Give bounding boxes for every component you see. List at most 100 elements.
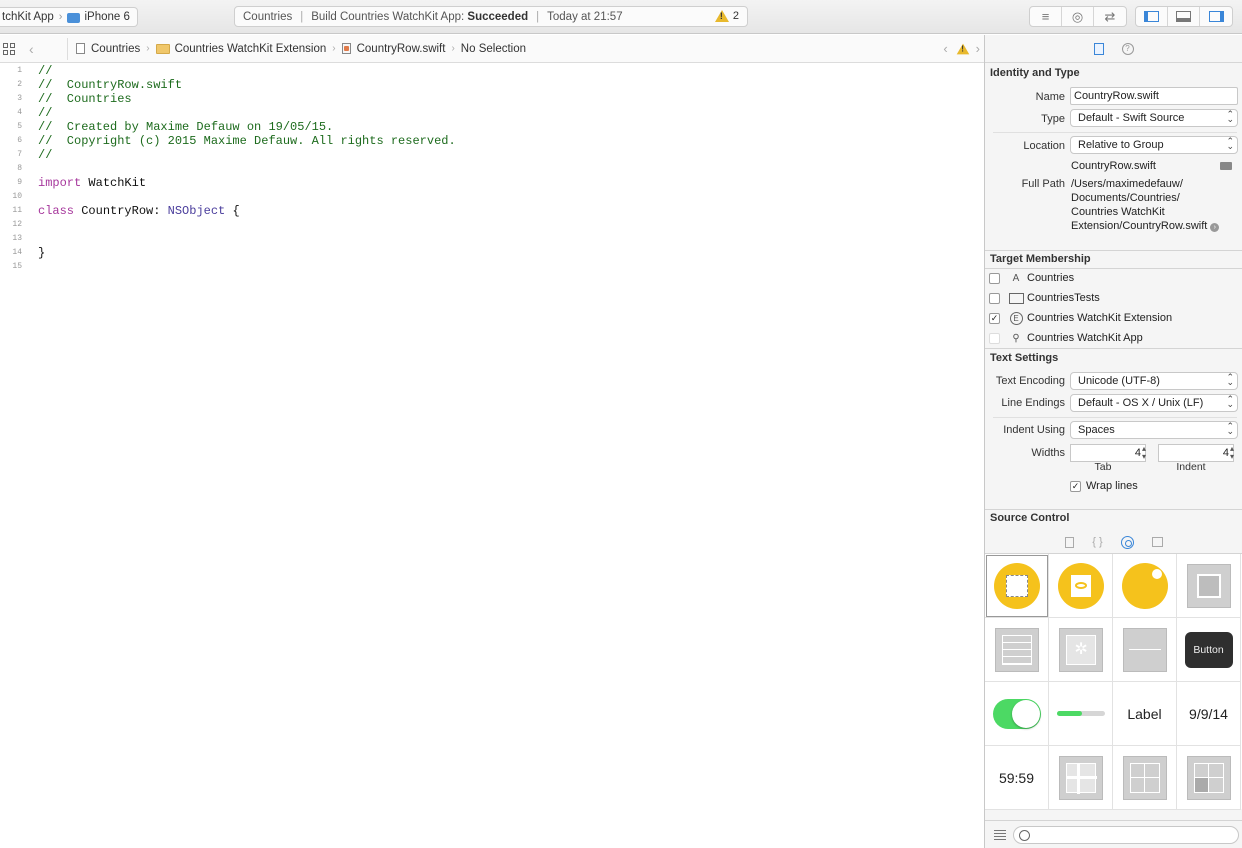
library-item-interface-controller[interactable] [985, 554, 1049, 618]
warning-icon [714, 10, 729, 22]
library-item-timer[interactable]: 59:59 [985, 746, 1049, 810]
bottom-panel-icon [1176, 11, 1191, 22]
breadcrumb-project[interactable]: Countries [91, 43, 140, 55]
type-select[interactable]: Default - Swift Source [1070, 109, 1238, 127]
project-file-icon [76, 43, 85, 54]
eye-icon [1074, 582, 1087, 589]
wrap-lines-checkbox[interactable]: ✓ [1070, 480, 1081, 492]
target-row-countriestests[interactable]: CountriesTests [989, 289, 1100, 307]
library-item-switch[interactable] [985, 682, 1049, 746]
indent-width-stepper[interactable]: ▴ ▾ [1228, 445, 1236, 461]
right-panel-icon [1208, 11, 1224, 22]
image-icon [1065, 634, 1096, 665]
quick-help-icon[interactable]: ? [1121, 42, 1134, 55]
location-select[interactable]: Relative to Group [1070, 136, 1238, 154]
inspector-tabs: ? [985, 35, 1242, 63]
tab-width-stepper[interactable]: ▴ ▾ [1140, 445, 1148, 461]
library-item-date[interactable]: 9/9/14 [1177, 682, 1241, 746]
indent-width-field[interactable]: 4 [1158, 444, 1234, 462]
warning-indicator[interactable]: 2 [714, 10, 739, 22]
related-items-icon[interactable] [3, 42, 17, 55]
warning-count: 2 [732, 10, 739, 22]
library-item-button[interactable]: Button [1177, 618, 1241, 682]
media-library-icon[interactable] [1151, 537, 1163, 547]
line-endings-label: Line Endings [1001, 397, 1065, 409]
target-row-watchkit-app: ⚲ Countries WatchKit App [989, 329, 1143, 347]
next-issue-icon[interactable]: › [976, 41, 980, 56]
list-view-icon[interactable] [994, 830, 1006, 840]
library-item-notification-controller[interactable] [1113, 554, 1177, 618]
library-item-glance-controller[interactable] [1049, 554, 1113, 618]
target-checkbox[interactable] [989, 272, 1000, 284]
iphone-icon [67, 13, 81, 23]
library-filter-input[interactable] [1013, 826, 1239, 844]
toggle-debug-area-button[interactable] [1168, 7, 1200, 26]
widths-label: Widths [1031, 447, 1065, 459]
folder-icon [1008, 291, 1024, 305]
target-row-watchkit-extension[interactable]: ✓ E Countries WatchKit Extension [989, 309, 1172, 327]
indent-using-select[interactable]: Spaces [1070, 421, 1238, 439]
scheme-selector[interactable]: tchKit App › iPhone 6 [0, 7, 138, 27]
indent-sublabel: Indent [1176, 461, 1206, 473]
breadcrumb: Countries › Countries WatchKit Extension… [76, 43, 526, 55]
divider [993, 417, 1237, 418]
library-item-menu[interactable] [1113, 746, 1177, 810]
view-toggle-control [1135, 6, 1233, 27]
library-item-menu-item[interactable] [1177, 746, 1241, 810]
library-item-group[interactable] [1177, 554, 1241, 618]
section-divider [985, 250, 1242, 251]
scheme-name: tchKit App [2, 11, 54, 23]
issue-navigation: ‹ › [943, 41, 980, 56]
library-item-image[interactable] [1049, 618, 1113, 682]
editor-mode-control: ≡ ◎ ⇄ [1029, 6, 1127, 27]
library-item-separator[interactable] [1113, 618, 1177, 682]
library-tabs: { } [985, 532, 1242, 552]
type-label: Type [1041, 113, 1065, 125]
activity-separator: | [536, 10, 540, 23]
line-endings-select[interactable]: Default - OS X / Unix (LF) [1070, 394, 1238, 412]
library-item-table[interactable] [985, 618, 1049, 682]
library-item-label[interactable]: Label [1113, 682, 1177, 746]
text-settings-title: Text Settings [990, 352, 1059, 364]
full-path-value: /Users/maximedefauw/ Documents/Countries… [1071, 177, 1220, 233]
file-template-icon[interactable] [1065, 536, 1075, 548]
code-snippet-icon[interactable]: { } [1092, 536, 1102, 548]
previous-issue-icon[interactable]: ‹ [943, 41, 947, 56]
jump-bar-divider [67, 37, 68, 60]
toggle-navigator-button[interactable] [1136, 7, 1168, 26]
breadcrumb-file[interactable]: CountryRow.swift [357, 43, 446, 55]
breadcrumb-group[interactable]: Countries WatchKit Extension [175, 43, 327, 55]
target-checkbox[interactable] [989, 292, 1000, 304]
file-inspector-icon[interactable] [1093, 42, 1104, 55]
assistant-editor-button[interactable]: ◎ [1062, 7, 1094, 26]
jump-bar: ‹ Countries › Countries WatchKit Extensi… [0, 35, 984, 63]
divider [993, 132, 1237, 133]
align-left-icon: ≡ [1041, 9, 1050, 24]
source-editor[interactable]: 1// 2// CountryRow.swift 3// Countries 4… [0, 64, 984, 848]
chevron-left-icon[interactable]: ‹ [29, 41, 34, 57]
text-encoding-label: Text Encoding [995, 375, 1065, 387]
target-checkbox-checked[interactable]: ✓ [989, 312, 1000, 324]
toolbar: tchKit App › iPhone 6 Countries | Build … [0, 0, 1242, 34]
name-field[interactable]: CountryRow.swift [1070, 87, 1238, 105]
breadcrumb-symbol[interactable]: No Selection [461, 43, 526, 55]
reveal-in-finder-icon[interactable]: › [1210, 223, 1220, 232]
activity-separator: | [300, 10, 304, 23]
utilities-inspector: ? Identity and Type Name CountryRow.swif… [984, 35, 1242, 848]
wrap-lines-option[interactable]: ✓ Wrap lines [1070, 477, 1138, 495]
choose-folder-icon[interactable] [1220, 162, 1232, 170]
warning-icon[interactable] [956, 43, 969, 54]
standard-editor-button[interactable]: ≡ [1030, 7, 1062, 26]
target-checkbox-disabled [989, 332, 1000, 344]
back-forward-buttons[interactable]: ‹ [29, 41, 55, 57]
text-encoding-select[interactable]: Unicode (UTF-8) [1070, 372, 1238, 390]
library-item-map[interactable] [1049, 746, 1113, 810]
object-library-icon[interactable] [1120, 535, 1134, 549]
toggle-utilities-button[interactable] [1200, 7, 1232, 26]
version-editor-button[interactable]: ⇄ [1094, 7, 1126, 26]
library-item-slider[interactable] [1049, 682, 1113, 746]
tab-width-field[interactable]: 4 [1070, 444, 1146, 462]
tab-sublabel: Tab [1094, 461, 1112, 473]
target-row-countries[interactable]: A Countries [989, 269, 1074, 287]
full-path-label: Full Path [1021, 178, 1065, 190]
